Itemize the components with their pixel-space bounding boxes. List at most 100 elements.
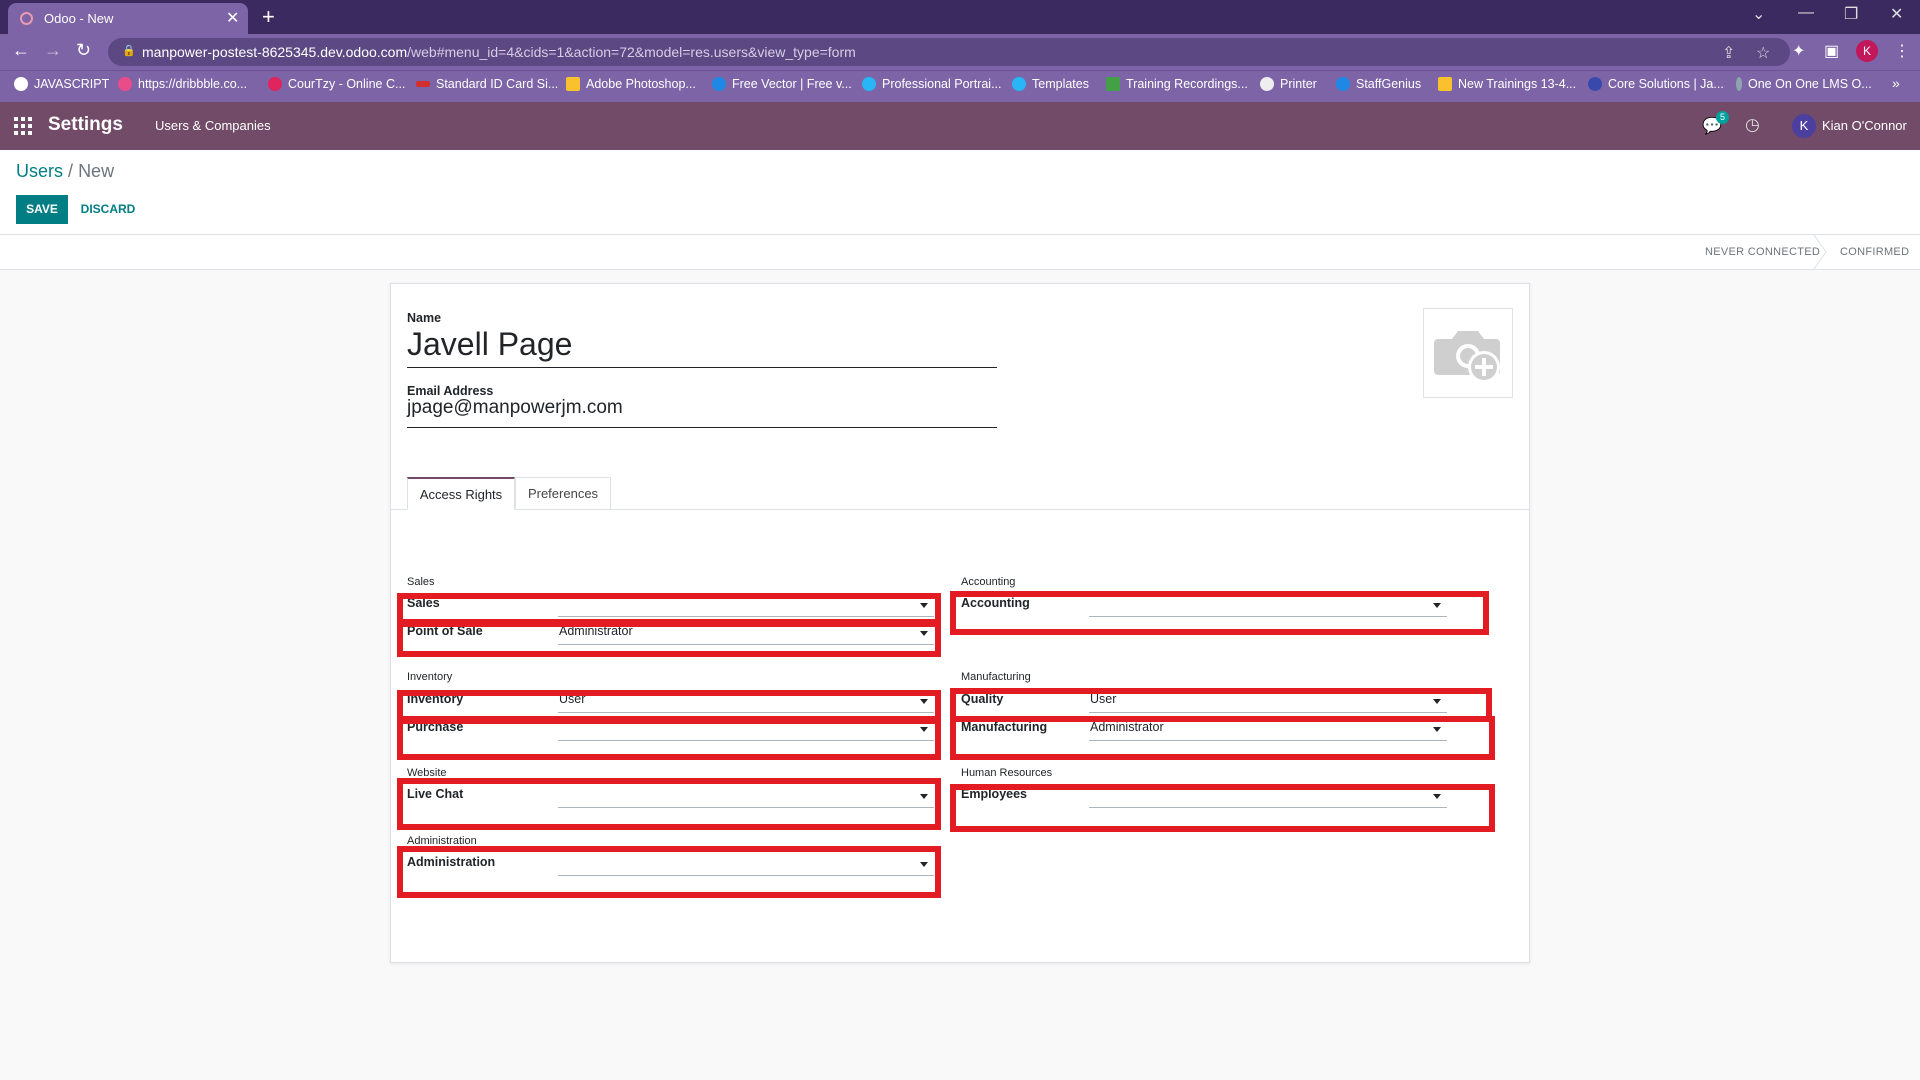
bookmark-item[interactable]: Core Solutions | Ja... xyxy=(1588,77,1724,91)
field-row-quality: Quality User xyxy=(945,688,1485,716)
stage-never-connected[interactable]: NEVER CONNECTED xyxy=(1705,246,1820,258)
apps-menu-icon[interactable] xyxy=(14,117,32,135)
bookmark-label: Printer xyxy=(1280,77,1317,91)
bookmark-label: Free Vector | Free v... xyxy=(732,77,852,91)
bookmark-star-icon[interactable]: ☆ xyxy=(1756,43,1770,63)
employees-select[interactable] xyxy=(1089,787,1447,808)
caret-down-icon xyxy=(1433,727,1441,732)
avatar-upload[interactable] xyxy=(1423,308,1513,398)
email-field[interactable]: jpage@manpowerjm.com xyxy=(407,397,997,428)
caret-down-icon xyxy=(920,631,928,636)
section-inventory: Inventory xyxy=(407,671,453,683)
close-tab-icon[interactable]: ✕ xyxy=(226,8,239,28)
inventory-select[interactable]: User xyxy=(558,692,934,713)
bookmark-label: CourTzy - Online C... xyxy=(288,77,406,91)
discard-button[interactable]: DISCARD xyxy=(74,195,142,224)
camera-plus-icon xyxy=(1434,331,1500,383)
browser-tab[interactable]: Odoo - New ✕ xyxy=(8,3,248,34)
activity-clock-icon[interactable]: ◷ xyxy=(1745,115,1760,135)
tab-access-rights[interactable]: Access Rights xyxy=(407,477,515,510)
close-window-icon[interactable]: ✕ xyxy=(1890,4,1903,24)
section-accounting: Accounting xyxy=(961,576,1016,588)
bookmark-item[interactable]: New Trainings 13-4... xyxy=(1438,77,1576,91)
field-row-manufacturing: Manufacturing Administrator xyxy=(945,716,1485,744)
url-path: /web#menu_id=4&cids=1&action=72&model=re… xyxy=(407,44,856,60)
url-text[interactable]: manpower-postest-8625345.dev.odoo.com/we… xyxy=(142,44,856,60)
select-value: Administrator xyxy=(1090,720,1164,734)
chat-count-badge: 5 xyxy=(1716,111,1730,124)
administration-select[interactable] xyxy=(558,855,934,876)
app-title[interactable]: Settings xyxy=(48,114,123,136)
field-row-inventory: Inventory User xyxy=(391,688,951,716)
select-value: User xyxy=(559,692,586,706)
bookmark-item[interactable]: Training Recordings... xyxy=(1106,77,1248,91)
bookmark-item[interactable]: JAVASCRIPT xyxy=(14,77,109,91)
user-menu-name[interactable]: Kian O'Connor xyxy=(1822,118,1907,133)
bookmark-item[interactable]: StaffGenius xyxy=(1336,77,1421,91)
extensions-icon[interactable]: ✦ xyxy=(1792,41,1805,61)
bookmark-favicon-icon xyxy=(1336,77,1350,91)
live-chat-select[interactable] xyxy=(558,787,934,808)
field-row-administration: Administration xyxy=(391,851,951,879)
browser-tab-strip: Odoo - New ✕ + ⌄ — ❐ ✕ xyxy=(0,0,1920,34)
point-of-sale-select[interactable]: Administrator xyxy=(558,624,934,645)
google-drive-icon xyxy=(1438,77,1452,91)
quality-select[interactable]: User xyxy=(1089,692,1447,713)
bookmark-item[interactable]: Adobe Photoshop... xyxy=(566,77,696,91)
name-field[interactable]: Javell Page xyxy=(407,326,997,368)
bookmark-label: New Trainings 13-4... xyxy=(1458,77,1577,91)
tab-search-icon[interactable]: ⌄ xyxy=(1752,4,1765,24)
share-icon[interactable]: ⇪ xyxy=(1722,43,1735,63)
caret-down-icon xyxy=(1433,794,1441,799)
forward-icon[interactable]: → xyxy=(44,40,62,61)
bookmark-item[interactable]: Standard ID Card Si... xyxy=(416,77,558,91)
bookmark-item[interactable]: https://dribbble.co... xyxy=(118,77,247,91)
manufacturing-select[interactable]: Administrator xyxy=(1089,720,1447,741)
minimize-icon[interactable]: — xyxy=(1798,4,1814,22)
field-label: Live Chat xyxy=(407,787,464,801)
caret-down-icon xyxy=(1433,603,1441,608)
caret-down-icon xyxy=(920,699,928,704)
caret-down-icon xyxy=(920,603,928,608)
restore-icon[interactable]: ❐ xyxy=(1844,4,1858,24)
field-label: Accounting xyxy=(961,596,1030,610)
caret-down-icon xyxy=(920,862,928,867)
field-row-point-of-sale: Point of Sale Administrator xyxy=(391,620,951,648)
field-label: Manufacturing xyxy=(961,720,1048,734)
bookmark-favicon-icon xyxy=(566,77,580,91)
menu-users-companies[interactable]: Users & Companies xyxy=(155,118,271,133)
bookmark-favicon-icon xyxy=(1260,77,1274,91)
accounting-select[interactable] xyxy=(1089,596,1447,617)
field-label: Inventory xyxy=(407,692,464,706)
bookmark-item[interactable]: CourTzy - Online C... xyxy=(268,77,405,91)
bookmark-item[interactable]: Professional Portrai... xyxy=(862,77,1002,91)
bookmark-item[interactable]: One On One LMS O... xyxy=(1736,77,1872,91)
breadcrumb-current: New xyxy=(78,161,115,181)
status-bar: NEVER CONNECTED CONFIRMED xyxy=(0,234,1920,270)
field-label: Point of Sale xyxy=(407,624,483,638)
breadcrumb-users-link[interactable]: Users xyxy=(16,161,63,181)
side-panel-icon[interactable]: ▣ xyxy=(1824,41,1839,61)
bookmark-item[interactable]: Printer xyxy=(1260,77,1317,91)
field-row-employees: Employees xyxy=(945,783,1485,811)
tab-preferences[interactable]: Preferences xyxy=(515,477,611,510)
odoo-favicon-icon xyxy=(20,12,33,25)
field-row-live-chat: Live Chat xyxy=(391,783,951,811)
bookmark-item[interactable]: Free Vector | Free v... xyxy=(712,77,852,91)
stage-confirmed[interactable]: CONFIRMED xyxy=(1840,246,1909,258)
address-bar[interactable]: 🔒 manpower-postest-8625345.dev.odoo.com/… xyxy=(108,38,1790,66)
user-avatar[interactable]: K xyxy=(1792,114,1816,138)
bookmarks-overflow-icon[interactable]: » xyxy=(1892,75,1900,91)
bookmark-favicon-icon xyxy=(268,77,282,91)
new-tab-icon[interactable]: + xyxy=(262,4,275,30)
bookmark-item[interactable]: Templates xyxy=(1012,77,1089,91)
profile-avatar[interactable]: K xyxy=(1856,40,1878,62)
back-icon[interactable]: ← xyxy=(12,40,30,61)
browser-menu-icon[interactable]: ⋮ xyxy=(1894,41,1910,61)
section-human-resources: Human Resources xyxy=(961,767,1053,779)
reload-icon[interactable]: ↻ xyxy=(76,40,91,61)
sales-select[interactable] xyxy=(558,596,934,617)
purchase-select[interactable] xyxy=(558,720,934,741)
bookmark-label: Adobe Photoshop... xyxy=(586,77,696,91)
save-button[interactable]: SAVE xyxy=(16,195,68,224)
